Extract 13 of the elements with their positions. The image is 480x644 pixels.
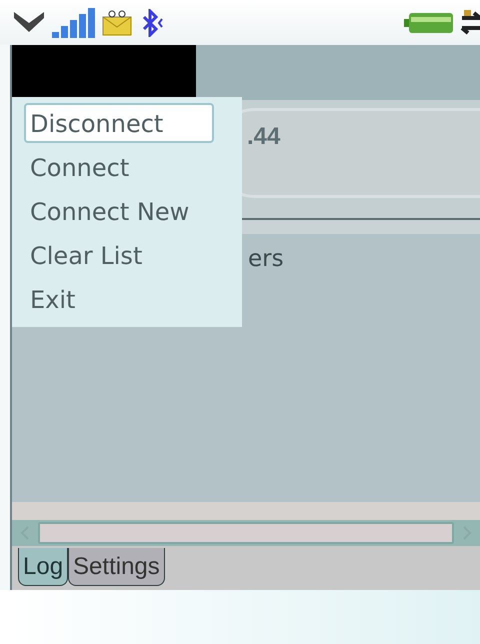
menu-item[interactable]: Connect New: [24, 191, 196, 231]
menu-item[interactable]: Connect: [24, 147, 136, 187]
menu-item[interactable]: Exit: [24, 279, 82, 319]
transfer-arrows-icon: [460, 8, 480, 38]
envelope-icon: [102, 8, 132, 36]
tab[interactable]: Settings: [68, 548, 165, 586]
horizontal-scrollbar[interactable]: [12, 520, 480, 546]
battery-icon: [404, 12, 454, 34]
menu-item[interactable]: Clear List: [24, 235, 148, 275]
menu-item[interactable]: Disconnect: [24, 103, 214, 143]
signal-bars-icon: [52, 8, 96, 38]
log-text: ers: [248, 246, 284, 272]
tab[interactable]: Log: [18, 548, 68, 586]
